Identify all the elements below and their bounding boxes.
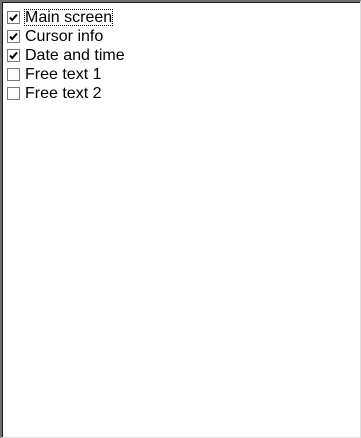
list-item-label: Main screen [24, 9, 114, 26]
list-item-cursor-info[interactable]: Cursor info [7, 27, 126, 46]
list-item-label: Cursor info [25, 28, 104, 45]
list-item-free-text-1[interactable]: Free text 1 [7, 65, 126, 84]
list-item-date-and-time[interactable]: Date and time [7, 46, 126, 65]
checkbox-free-text-2[interactable] [7, 87, 20, 100]
checkmark-icon [9, 32, 18, 41]
checkbox-date-and-time[interactable] [7, 49, 20, 62]
checkmark-icon [9, 51, 18, 60]
list-item-main-screen[interactable]: Main screen [7, 8, 126, 27]
list-item-label: Free text 2 [25, 85, 102, 102]
display-items-checklist[interactable]: Main screen Cursor info Date and time Fr… [0, 0, 361, 438]
checkbox-cursor-info[interactable] [7, 30, 20, 43]
list-item-label: Free text 1 [25, 66, 102, 83]
checkbox-free-text-1[interactable] [7, 68, 20, 81]
checklist-items: Main screen Cursor info Date and time Fr… [7, 8, 126, 103]
checkbox-main-screen[interactable] [7, 11, 20, 24]
checkmark-icon [9, 13, 18, 22]
list-item-free-text-2[interactable]: Free text 2 [7, 84, 126, 103]
list-item-label: Date and time [25, 47, 125, 64]
